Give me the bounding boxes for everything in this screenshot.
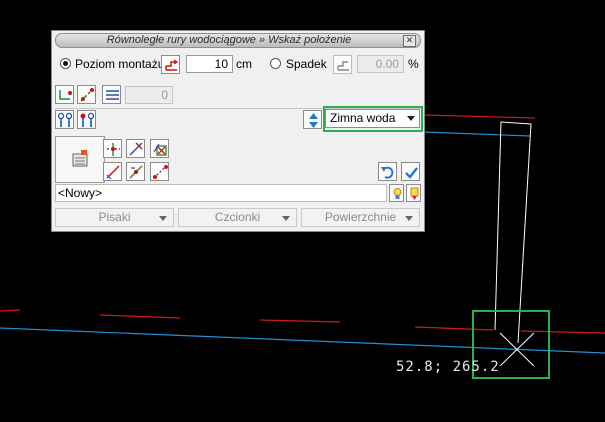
mounting-level-label: Poziom montażu (75, 57, 165, 71)
dialog-title: Równoległe rury wodociągowe » Wskaż poło… (106, 34, 352, 46)
connect-pipe-button[interactable] (55, 85, 74, 104)
slope-pick-button[interactable] (333, 55, 352, 74)
pipe-placement-dialog[interactable]: Równoległe rury wodociągowe » Wskaż poło… (51, 30, 425, 232)
slope-radio[interactable] (270, 58, 281, 69)
pipes-up-icon (57, 112, 73, 127)
surfaces-menu[interactable]: Powierzchnie (301, 208, 420, 227)
tool-offset-button[interactable] (150, 162, 169, 181)
pens-menu[interactable]: Pisaki (55, 208, 174, 227)
coordinate-readout: 52.8; 265.2 (396, 359, 500, 375)
dialog-titlebar[interactable]: Równoległe rury wodociągowe » Wskaż poło… (55, 33, 421, 48)
close-icon[interactable]: ✕ (403, 35, 416, 47)
up-down-arrow-icon (309, 113, 318, 128)
fonts-menu[interactable]: Czcionki (178, 208, 297, 227)
bottom-menu-bar: Pisaki Czcionki Powierzchnie (55, 208, 421, 228)
pens-menu-label: Pisaki (98, 210, 131, 224)
mounting-level-input[interactable]: 10 (186, 55, 233, 73)
checkmark-icon (405, 167, 418, 179)
mounting-level-radio[interactable] (60, 58, 71, 69)
spacing-button[interactable] (102, 85, 121, 104)
trim-pipe-icon (129, 142, 143, 156)
spacing-input[interactable]: 0 (125, 86, 173, 104)
chevron-down-icon (405, 216, 413, 221)
undo-button[interactable] (378, 162, 397, 181)
slope-label: Spadek (286, 57, 327, 71)
tool-join-button[interactable] (126, 162, 145, 181)
tool-delete-button[interactable] (150, 139, 169, 158)
pipes-down-icon (80, 112, 95, 127)
diagonal-pipe-icon (80, 88, 94, 102)
selection-field[interactable]: <Nowy> (55, 184, 387, 202)
properties-button[interactable] (55, 136, 105, 183)
tool-extend-button[interactable] (103, 162, 122, 181)
fonts-menu-label: Czcionki (214, 210, 261, 224)
delete-pipe-icon (153, 143, 167, 156)
undo-icon (381, 166, 394, 179)
slope-unit: % (408, 57, 419, 71)
surfaces-menu-label: Powierzchnie (324, 210, 397, 224)
chevron-down-icon (159, 216, 167, 221)
slope-pick-icon (337, 61, 349, 71)
diagonal-pipe-button[interactable] (77, 85, 96, 104)
medium-highlight-box (323, 106, 423, 132)
pipes-up-button[interactable] (55, 110, 74, 129)
pipes-down-button[interactable] (77, 110, 96, 129)
confirm-button[interactable] (401, 162, 420, 181)
selection-clear-button[interactable] (406, 184, 421, 202)
tool-split-button[interactable] (103, 139, 122, 158)
chevron-down-icon (282, 216, 290, 221)
level-pick-icon (165, 59, 179, 71)
connect-pipe-icon (59, 90, 72, 100)
slope-input[interactable]: 0.00 (357, 55, 404, 73)
tool-trim-button[interactable] (126, 139, 145, 158)
level-pick-button[interactable] (161, 55, 180, 74)
offset-pipe-icon (153, 165, 168, 179)
marker-icon (410, 187, 419, 200)
selection-pick-button[interactable] (389, 184, 404, 202)
properties-icon (72, 150, 88, 167)
mounting-level-unit: cm (236, 57, 252, 71)
split-pipe-icon (107, 143, 120, 156)
join-pipe-icon (129, 165, 143, 179)
spacing-icon (106, 90, 119, 100)
riser-outline (494, 121, 532, 344)
extend-pipe-icon (106, 165, 120, 180)
lightbulb-icon (393, 188, 402, 199)
swap-order-button[interactable] (303, 110, 322, 129)
